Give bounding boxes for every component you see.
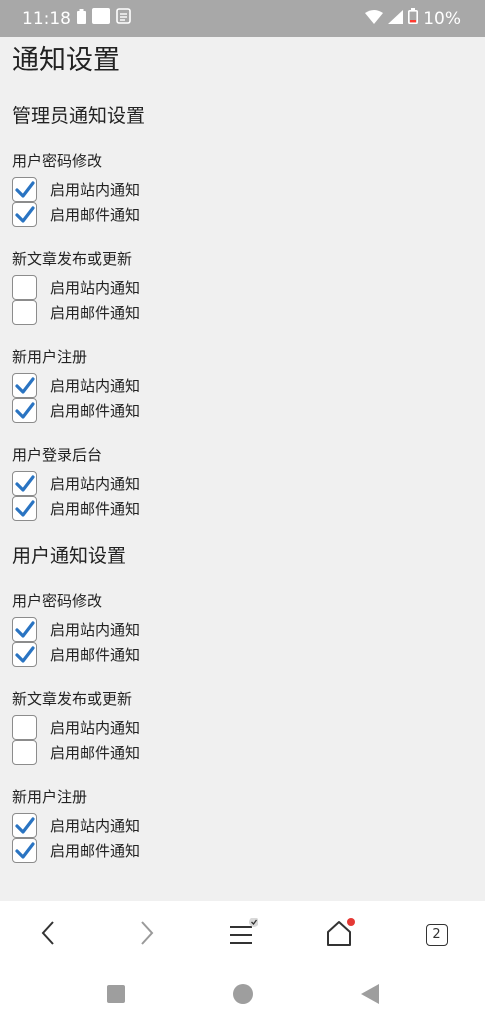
option-label: 启用站内通知 (50, 377, 141, 395)
back-icon (39, 919, 59, 951)
option-row: 启用邮件通知 (12, 202, 473, 227)
option-row: 启用邮件通知 (12, 642, 473, 667)
option-label: 启用站内通知 (50, 181, 141, 199)
checkmark-icon (14, 180, 35, 198)
checkbox[interactable] (12, 838, 37, 863)
checkmark-icon (14, 816, 35, 834)
settings-group: 用户密码修改 启用站内通知 启用邮件通知 (12, 591, 473, 667)
checkmark-icon (14, 474, 35, 492)
option-row: 启用站内通知 (12, 275, 473, 300)
group-label: 用户登录后台 (12, 446, 103, 464)
notification-settings-content: 通知设置 管理员通知设置 用户密码修改 启用站内通知 启用邮件通知 新文章发布或… (0, 37, 485, 901)
system-nav-bar (0, 968, 485, 1024)
menu-button[interactable] (218, 910, 268, 960)
section-title-user: 用户通知设置 (12, 545, 127, 567)
option-label: 启用站内通知 (50, 279, 141, 297)
settings-group: 新文章发布或更新 启用站内通知 启用邮件通知 (12, 249, 473, 325)
app-notification-icon (92, 8, 110, 29)
option-label: 启用邮件通知 (50, 206, 141, 224)
forward-button[interactable] (121, 910, 171, 960)
tabs-icon: 2 (425, 923, 448, 946)
checkbox[interactable] (12, 642, 37, 667)
forward-icon (136, 919, 156, 951)
status-bar: 11:18 10% (0, 0, 485, 37)
option-row: 启用站内通知 (12, 177, 473, 202)
group-label: 用户密码修改 (12, 592, 103, 610)
section-title-admin: 管理员通知设置 (12, 105, 146, 127)
browser-bottom-nav: 2 (0, 901, 485, 968)
triangle-back-icon (360, 984, 379, 1004)
clipboard-icon (116, 8, 131, 29)
checkbox[interactable] (12, 715, 37, 740)
checkmark-icon (14, 205, 35, 223)
checkmark-icon (14, 645, 35, 663)
settings-group: 新用户注册 启用站内通知 启用邮件通知 (12, 347, 473, 423)
option-row: 启用邮件通知 (12, 740, 473, 765)
checkbox[interactable] (12, 177, 37, 202)
option-label: 启用站内通知 (50, 475, 141, 493)
square-icon (106, 985, 125, 1003)
checkmark-icon (14, 620, 35, 638)
group-label: 新文章发布或更新 (12, 250, 133, 268)
checkbox[interactable] (12, 300, 37, 325)
checkbox[interactable] (12, 373, 37, 398)
option-row: 启用站内通知 (12, 471, 473, 496)
option-label: 启用邮件通知 (50, 842, 141, 860)
settings-group: 新用户注册 启用站内通知 启用邮件通知 (12, 787, 473, 863)
option-row: 启用站内通知 (12, 373, 473, 398)
group-label: 新文章发布或更新 (12, 690, 133, 708)
option-row: 启用邮件通知 (12, 496, 473, 521)
checkmark-icon (14, 499, 35, 517)
checkbox[interactable] (12, 813, 37, 838)
option-label: 启用站内通知 (50, 817, 141, 835)
wifi-icon (365, 9, 384, 29)
circle-icon (232, 984, 253, 1004)
settings-group: 用户登录后台 启用站内通知 启用邮件通知 (12, 445, 473, 521)
checkmark-icon (14, 376, 35, 394)
battery-saver-icon (77, 8, 86, 29)
tabs-button[interactable]: 2 (412, 910, 462, 960)
option-row: 启用站内通知 (12, 813, 473, 838)
home-icon (324, 917, 356, 952)
checkmark-icon (14, 841, 35, 859)
tab-count: 2 (432, 926, 441, 942)
option-label: 启用站内通知 (50, 719, 141, 737)
settings-group: 新文章发布或更新 启用站内通知 启用邮件通知 (12, 689, 473, 765)
option-row: 启用邮件通知 (12, 398, 473, 423)
status-time: 11:18 (22, 8, 71, 29)
recent-apps-button[interactable] (106, 985, 125, 1007)
signal-icon (388, 9, 404, 29)
option-label: 启用邮件通知 (50, 304, 141, 322)
checkmark-icon (14, 401, 35, 419)
option-label: 启用邮件通知 (50, 744, 141, 762)
option-row: 启用邮件通知 (12, 838, 473, 863)
checkbox[interactable] (12, 275, 37, 300)
back-button[interactable] (24, 910, 74, 960)
option-label: 启用邮件通知 (50, 402, 141, 420)
option-label: 启用邮件通知 (50, 646, 141, 664)
checkbox[interactable] (12, 398, 37, 423)
checkbox[interactable] (12, 471, 37, 496)
back-system-button[interactable] (360, 984, 379, 1008)
home-system-button[interactable] (232, 984, 253, 1008)
group-label: 新用户注册 (12, 788, 88, 806)
menu-icon (228, 916, 259, 952)
checkbox[interactable] (12, 740, 37, 765)
group-label: 新用户注册 (12, 348, 88, 366)
option-label: 启用邮件通知 (50, 500, 141, 518)
option-row: 启用站内通知 (12, 617, 473, 642)
home-button[interactable] (315, 910, 365, 960)
page-title: 通知设置 (12, 45, 120, 76)
option-label: 启用站内通知 (50, 621, 141, 639)
checkbox[interactable] (12, 202, 37, 227)
battery-icon (408, 8, 419, 29)
option-row: 启用站内通知 (12, 715, 473, 740)
battery-percent: 10% (423, 8, 461, 29)
checkbox[interactable] (12, 617, 37, 642)
group-label: 用户密码修改 (12, 152, 103, 170)
checkbox[interactable] (12, 496, 37, 521)
settings-group: 用户密码修改 启用站内通知 启用邮件通知 (12, 151, 473, 227)
option-row: 启用邮件通知 (12, 300, 473, 325)
